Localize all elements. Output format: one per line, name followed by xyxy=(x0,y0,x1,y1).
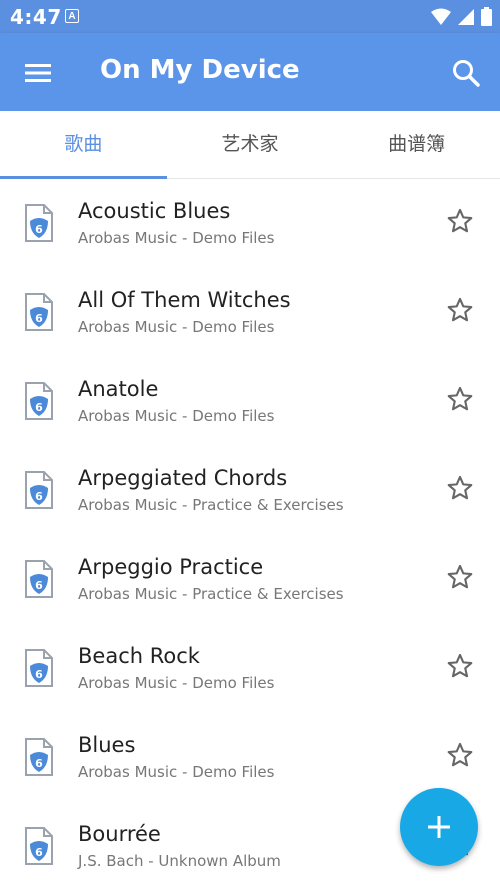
guitar-file-icon: 6 xyxy=(25,204,53,242)
page-title: On My Device xyxy=(100,55,300,85)
svg-text:6: 6 xyxy=(35,579,43,592)
list-item[interactable]: 6 Beach Rock Arobas Music - Demo Files xyxy=(0,624,500,713)
song-subtitle: Arobas Music - Practice & Exercises xyxy=(78,585,344,603)
song-subtitle: Arobas Music - Demo Files xyxy=(78,674,275,692)
star-outline-icon[interactable] xyxy=(446,563,474,591)
list-item[interactable]: 6 Blues Arobas Music - Demo Files xyxy=(0,713,500,802)
guitar-file-icon: 6 xyxy=(25,382,53,420)
star-outline-icon[interactable] xyxy=(446,207,474,235)
song-title: Arpeggiated Chords xyxy=(78,466,288,490)
svg-text:6: 6 xyxy=(35,401,43,414)
list-item[interactable]: 6 Arpeggio Practice Arobas Music - Pract… xyxy=(0,535,500,624)
list-item[interactable]: 6 Anatole Arobas Music - Demo Files xyxy=(0,357,500,446)
add-button[interactable] xyxy=(400,788,478,866)
song-title: Blues xyxy=(78,733,136,757)
star-outline-icon[interactable] xyxy=(446,385,474,413)
notification-icon: A xyxy=(65,9,79,23)
list-item[interactable]: 6 Arpeggiated Chords Arobas Music - Prac… xyxy=(0,446,500,535)
status-icons xyxy=(431,7,492,26)
svg-text:6: 6 xyxy=(35,490,43,503)
song-title: Acoustic Blues xyxy=(78,199,231,223)
wifi-icon xyxy=(431,8,451,25)
status-bar: 4:47 A xyxy=(0,0,500,33)
list-item[interactable]: 6 All Of Them Witches Arobas Music - Dem… xyxy=(0,268,500,357)
song-subtitle: J.S. Bach - Unknown Album xyxy=(78,852,281,870)
tab-artists[interactable]: 艺术家 xyxy=(167,111,334,178)
song-title: Beach Rock xyxy=(78,644,200,668)
svg-text:6: 6 xyxy=(35,312,43,325)
list-item[interactable]: 6 Acoustic Blues Arobas Music - Demo Fil… xyxy=(0,179,500,268)
svg-text:6: 6 xyxy=(35,757,43,770)
status-time: 4:47 xyxy=(10,5,62,29)
song-subtitle: Arobas Music - Demo Files xyxy=(78,318,275,336)
song-list: 6 Acoustic Blues Arobas Music - Demo Fil… xyxy=(0,179,500,891)
song-subtitle: Arobas Music - Demo Files xyxy=(78,407,275,425)
song-title: Bourrée xyxy=(78,822,161,846)
song-subtitle: Arobas Music - Demo Files xyxy=(78,763,275,781)
song-subtitle: Arobas Music - Practice & Exercises xyxy=(78,496,344,514)
signal-icon xyxy=(458,8,474,25)
star-outline-icon[interactable] xyxy=(446,741,474,769)
tab-bar: 歌曲 艺术家 曲谱簿 xyxy=(0,111,500,179)
star-outline-icon[interactable] xyxy=(446,474,474,502)
app-bar: On My Device xyxy=(0,33,500,111)
guitar-file-icon: 6 xyxy=(25,738,53,776)
star-outline-icon[interactable] xyxy=(446,296,474,324)
plus-icon xyxy=(428,816,450,838)
battery-icon xyxy=(481,7,492,26)
svg-text:6: 6 xyxy=(35,223,43,236)
tab-songs[interactable]: 歌曲 xyxy=(0,111,167,179)
guitar-file-icon: 6 xyxy=(25,293,53,331)
song-title: All Of Them Witches xyxy=(78,288,291,312)
guitar-file-icon: 6 xyxy=(25,649,53,687)
star-outline-icon[interactable] xyxy=(446,652,474,680)
menu-icon[interactable] xyxy=(22,57,54,89)
search-icon[interactable] xyxy=(450,57,482,89)
guitar-file-icon: 6 xyxy=(25,560,53,598)
song-subtitle: Arobas Music - Demo Files xyxy=(78,229,275,247)
guitar-file-icon: 6 xyxy=(25,471,53,509)
song-title: Arpeggio Practice xyxy=(78,555,264,579)
guitar-file-icon: 6 xyxy=(25,827,53,865)
tab-songbooks[interactable]: 曲谱簿 xyxy=(333,111,500,178)
svg-text:6: 6 xyxy=(35,846,43,859)
song-title: Anatole xyxy=(78,377,159,401)
svg-text:6: 6 xyxy=(35,668,43,681)
